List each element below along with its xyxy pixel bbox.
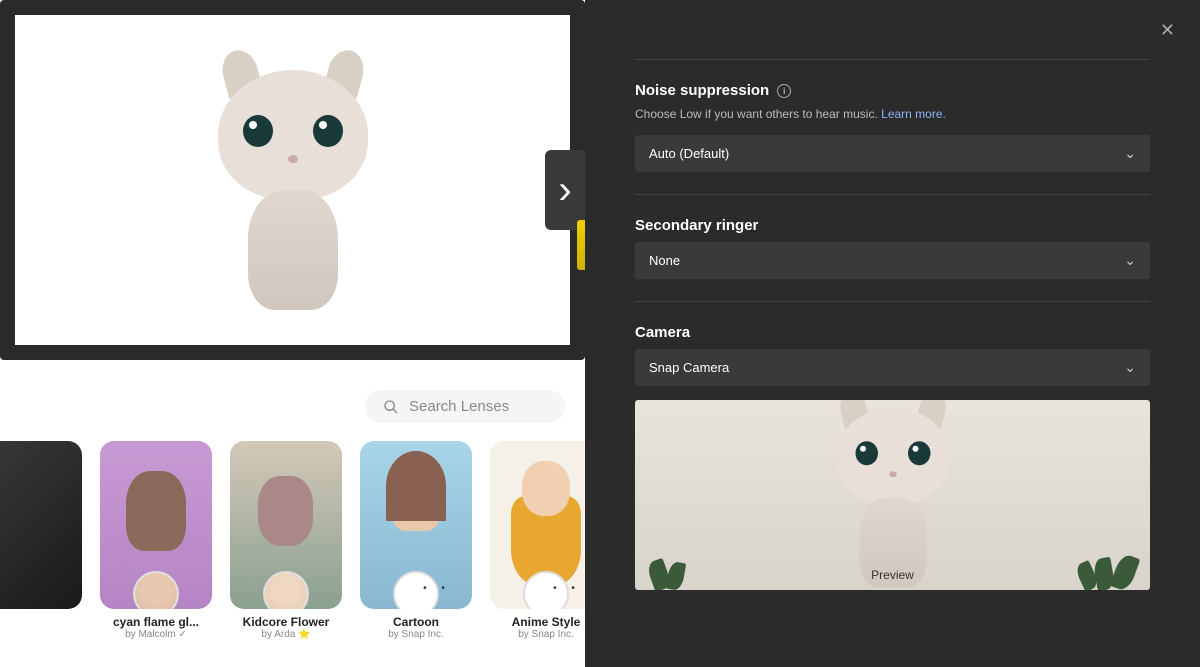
- cat-filter-preview: [193, 50, 393, 310]
- lens-author: by Snap Inc.: [360, 629, 472, 640]
- camera-preview: Preview: [635, 400, 1150, 590]
- preview-label: Preview: [871, 568, 914, 582]
- section-title: Camera: [635, 324, 1150, 341]
- search-input[interactable]: Search Lenses: [365, 390, 565, 423]
- lens-circle-icon: [263, 571, 309, 609]
- dropdown-value: Auto (Default): [649, 146, 729, 161]
- search-placeholder: Search Lenses: [409, 398, 509, 415]
- section-title: Secondary ringer: [635, 217, 1150, 234]
- preview-frame: [0, 0, 585, 360]
- lens-thumbnail: [230, 441, 342, 609]
- lens-item[interactable]: Cartoon by Snap Inc.: [360, 441, 472, 640]
- lens-thumbnail: [100, 441, 212, 609]
- teams-settings-panel: ✕ Noise suppression i Choose Low if you …: [585, 0, 1200, 667]
- lens-item[interactable]: Anime Style by Snap Inc.: [490, 441, 585, 640]
- lens-name: Kidcore Flower: [230, 615, 342, 629]
- lens-item[interactable]: Kidcore Flower by Arda ⭐: [230, 441, 342, 640]
- lens-author: by Malcolm ✓: [100, 629, 212, 640]
- lens-name: Cartoon: [360, 615, 472, 629]
- camera-preview-area: ›: [0, 0, 585, 380]
- camera-title-text: Camera: [635, 324, 690, 341]
- secondary-ringer-dropdown[interactable]: None ⌄: [635, 242, 1150, 279]
- chevron-down-icon: ⌄: [1124, 145, 1136, 162]
- secondary-ringer-section: Secondary ringer None ⌄: [635, 195, 1150, 302]
- lens-author: by Arda ⭐: [230, 629, 342, 640]
- lens-item[interactable]: cyan flame gl... by Malcolm ✓: [100, 441, 212, 640]
- dropdown-value: Snap Camera: [649, 360, 729, 375]
- section-title: Noise suppression i: [635, 82, 1150, 99]
- lens-circle-icon: [523, 571, 569, 609]
- lens-author: by Snap Inc.: [490, 629, 585, 640]
- lens-item[interactable]: [0, 441, 82, 640]
- info-icon[interactable]: i: [777, 84, 791, 98]
- section-description: Choose Low if you want others to hear mu…: [635, 107, 1150, 121]
- lens-thumbnail: [0, 441, 82, 609]
- lens-circle-icon: [393, 571, 439, 609]
- noise-suppression-dropdown[interactable]: Auto (Default) ⌄: [635, 135, 1150, 172]
- cat-filter-preview-small: [818, 400, 968, 588]
- noise-desc-text: Choose Low if you want others to hear mu…: [635, 107, 878, 121]
- lens-thumbnail: [360, 441, 472, 609]
- ringer-title-text: Secondary ringer: [635, 217, 758, 234]
- lens-carousel[interactable]: cyan flame gl... by Malcolm ✓ Kidcore Fl…: [0, 433, 585, 650]
- noise-title-text: Noise suppression: [635, 82, 769, 99]
- learn-more-link[interactable]: Learn more.: [881, 107, 946, 121]
- chevron-down-icon: ⌄: [1124, 252, 1136, 269]
- camera-section: Camera Snap Camera ⌄: [635, 302, 1150, 612]
- search-icon: [383, 399, 399, 415]
- search-row: Search Lenses: [0, 380, 585, 433]
- dropdown-value: None: [649, 253, 680, 268]
- plant-decoration: [1075, 545, 1135, 590]
- lens-circle-icon: [133, 571, 179, 609]
- camera-dropdown[interactable]: Snap Camera ⌄: [635, 349, 1150, 386]
- noise-suppression-section: Noise suppression i Choose Low if you wa…: [635, 60, 1150, 195]
- snap-camera-panel: › Search Lenses cyan flame gl... by Malc…: [0, 0, 585, 667]
- plant-decoration: [650, 550, 700, 590]
- lens-thumbnail: [490, 441, 585, 609]
- lens-name: cyan flame gl...: [100, 615, 212, 629]
- close-icon[interactable]: ✕: [1160, 20, 1175, 41]
- divider: [635, 40, 1150, 60]
- lens-name: Anime Style: [490, 615, 585, 629]
- chevron-down-icon: ⌄: [1124, 359, 1136, 376]
- next-arrow-icon[interactable]: ›: [545, 150, 585, 230]
